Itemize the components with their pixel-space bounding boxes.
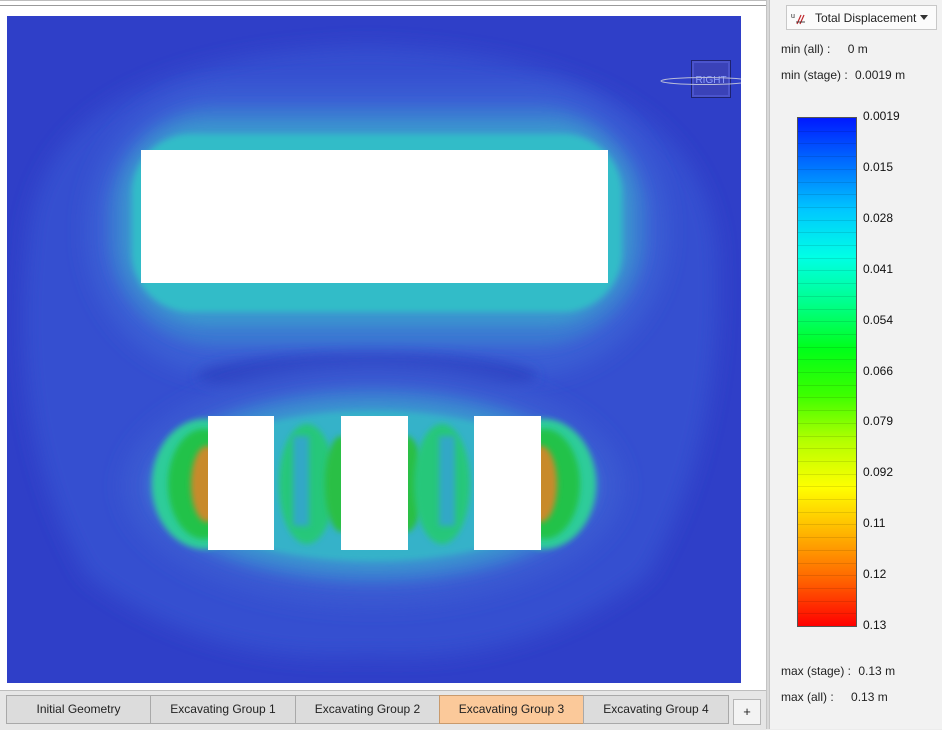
color-scale-bar xyxy=(797,117,857,627)
min-all-row: min (all) : 0 m xyxy=(781,42,868,56)
color-scale-tick-label: 0.066 xyxy=(863,363,894,378)
max-stage-row: max (stage) : 0.13 m xyxy=(781,664,895,678)
tab-excavating-group-4[interactable]: Excavating Group 4 xyxy=(583,695,729,724)
color-band-divider xyxy=(798,473,856,475)
color-band-divider xyxy=(798,511,856,513)
color-band-divider xyxy=(798,537,856,539)
color-band-divider xyxy=(798,308,856,310)
color-band-divider xyxy=(798,384,856,386)
color-band-divider xyxy=(798,232,856,234)
color-band-divider xyxy=(798,600,856,602)
color-band-divider xyxy=(798,359,856,361)
color-band-divider xyxy=(798,283,856,285)
color-scale-tick-label: 0.11 xyxy=(863,516,886,531)
color-band-divider xyxy=(798,168,856,170)
add-stage-button[interactable]: + xyxy=(733,699,761,725)
cavern-right-excavation xyxy=(474,416,541,550)
color-band-divider xyxy=(798,219,856,221)
color-band-divider xyxy=(798,587,856,589)
cavern-middle-excavation xyxy=(341,416,408,550)
color-scale-tick-label: 0.13 xyxy=(863,618,887,632)
min-stage-label: min (stage) : xyxy=(781,68,848,82)
upper-tunnel-excavation xyxy=(141,150,608,283)
color-band-divider xyxy=(798,206,856,208)
color-band-divider xyxy=(798,422,856,424)
color-scale-tick-label: 0.054 xyxy=(863,312,894,327)
color-band-divider xyxy=(798,435,856,437)
color-band-divider xyxy=(798,499,856,500)
color-band-divider xyxy=(798,270,856,272)
view-cube-orbit-ring[interactable] xyxy=(659,74,741,88)
max-all-row: max (all) : 0.13 m xyxy=(781,690,888,704)
color-band-divider xyxy=(798,397,856,399)
displacement-contour-plot[interactable]: RIGHT xyxy=(7,16,741,683)
color-band-divider xyxy=(798,460,856,462)
color-band-divider xyxy=(798,194,856,196)
tab-excavating-group-2[interactable]: Excavating Group 2 xyxy=(295,695,440,724)
color-scale-tick-label: 0.12 xyxy=(863,567,887,582)
color-band-divider xyxy=(798,448,856,450)
stage-tab-strip: Initial Geometry Excavating Group 1 Exca… xyxy=(0,690,766,730)
color-band-divider xyxy=(798,295,856,297)
max-all-label: max (all) : xyxy=(781,690,834,704)
color-scale-ticks: 0.0019 0.015 0.028 0.041 0.054 0.066 0.079 0.09… xyxy=(863,0,933,729)
max-all-value: 0.13 m xyxy=(851,690,888,704)
max-stage-label: max (stage) : xyxy=(781,664,852,678)
color-band-divider xyxy=(798,321,856,323)
color-band-divider xyxy=(798,257,856,259)
model-viewport[interactable]: RIGHT xyxy=(0,0,766,691)
contour-graphic xyxy=(7,16,741,683)
color-band-divider xyxy=(798,410,856,412)
tab-initial-geometry[interactable]: Initial Geometry xyxy=(6,695,151,724)
max-stage-value: 0.13 m xyxy=(858,664,896,678)
cavern-left-excavation xyxy=(208,416,274,550)
color-band-divider xyxy=(798,143,856,145)
color-band-divider xyxy=(798,524,856,526)
color-scale-tick-label: 0.092 xyxy=(863,465,894,480)
svg-text:u: u xyxy=(791,13,795,20)
color-band-divider xyxy=(798,613,856,615)
color-band-divider xyxy=(798,130,856,132)
tab-excavating-group-3[interactable]: Excavating Group 3 xyxy=(439,695,584,724)
color-band-divider xyxy=(798,486,856,488)
color-scale-tick-label: 0.041 xyxy=(863,261,894,276)
displacement-icon: u xyxy=(791,10,809,26)
color-band-divider xyxy=(798,549,856,551)
color-scale-tick-label: 0.028 xyxy=(863,210,894,225)
color-scale-tick-label: 0.015 xyxy=(863,159,894,174)
color-band-divider xyxy=(798,562,856,564)
min-all-label: min (all) : xyxy=(781,42,831,56)
color-scale-tick-label: 0.079 xyxy=(863,414,894,429)
color-band-divider xyxy=(798,575,856,577)
color-band-divider xyxy=(798,245,856,246)
color-band-divider xyxy=(798,156,856,158)
color-band-divider xyxy=(798,333,856,335)
color-scale-tick-label: 0.0019 xyxy=(863,109,900,123)
viewport-border xyxy=(0,5,766,6)
tab-excavating-group-1[interactable]: Excavating Group 1 xyxy=(150,695,296,724)
color-band-divider xyxy=(798,372,856,373)
color-band-divider xyxy=(798,181,856,183)
color-band-divider xyxy=(798,346,856,348)
